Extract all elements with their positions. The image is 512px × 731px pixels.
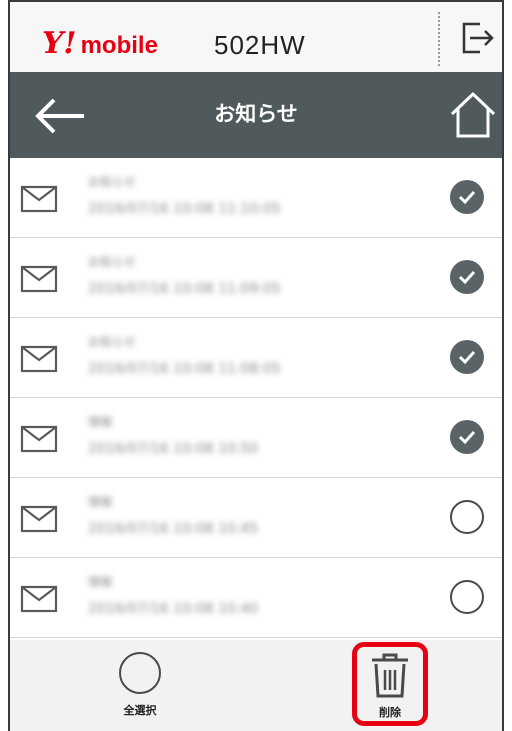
- notice-title: 情報: [88, 495, 113, 509]
- mail-icon: [20, 185, 58, 213]
- notice-title: お知らせ: [88, 175, 136, 189]
- notice-list: お知らせ 2016/07/16 10:08 11:10:05 お知らせ 2016/07…: [10, 158, 502, 638]
- notice-title: 情報: [88, 415, 113, 429]
- unchecked-circle-icon[interactable]: [450, 580, 484, 614]
- delete-label: 削除: [379, 706, 401, 719]
- notice-row[interactable]: お知らせ 2016/07/16 10:08 11:10:05: [10, 158, 502, 238]
- checked-circle-icon[interactable]: [450, 340, 484, 374]
- notice-title: お知らせ: [88, 255, 136, 269]
- ymobile-logo: Y! mobile: [42, 26, 158, 64]
- page-title: お知らせ: [214, 102, 298, 126]
- brand-bar: Y! mobile 502HW: [10, 0, 502, 72]
- notice-row[interactable]: 情報 2016/07/16 10:08 10:40: [10, 558, 502, 638]
- notice-row[interactable]: お知らせ 2016/07/16 10:08 11:08:05: [10, 318, 502, 398]
- select-all-circle-icon: [119, 652, 161, 694]
- notice-row[interactable]: お知らせ 2016/07/16 10:08 11:09:05: [10, 238, 502, 318]
- notice-title: 情報: [88, 575, 113, 589]
- notice-date: 2016/07/16 10:08 11:09:05: [88, 281, 281, 297]
- notice-row[interactable]: 情報 2016/07/16 10:08 10:45: [10, 478, 502, 558]
- delete-button[interactable]: 削除: [360, 650, 420, 722]
- checked-circle-icon[interactable]: [450, 420, 484, 454]
- trash-icon: [372, 653, 408, 698]
- home-button[interactable]: [448, 90, 498, 140]
- mail-icon: [20, 425, 58, 453]
- bottom-toolbar: 全選択 削除: [10, 640, 502, 731]
- mail-icon: [20, 585, 58, 613]
- select-all-button[interactable]: 全選択: [110, 652, 170, 724]
- app-frame: Y! mobile 502HW お知らせ お知らせ 2016/07/16 10:…: [8, 0, 504, 731]
- checked-circle-icon[interactable]: [450, 260, 484, 294]
- home-icon: [450, 92, 496, 138]
- notice-row[interactable]: 情報 2016/07/16 10:08 10:50: [10, 398, 502, 478]
- notice-date: 2016/07/16 10:08 11:08:05: [88, 361, 281, 377]
- logout-icon: [462, 22, 494, 54]
- unchecked-circle-icon[interactable]: [450, 500, 484, 534]
- mail-icon: [20, 505, 58, 533]
- select-all-label: 全選択: [123, 704, 157, 717]
- logo-mark: Y!: [42, 26, 77, 61]
- logout-button[interactable]: [456, 18, 496, 58]
- notice-date: 2016/07/16 10:08 10:50: [88, 441, 259, 457]
- mail-icon: [20, 265, 58, 293]
- divider: [438, 12, 440, 66]
- logo-word: mobile: [80, 32, 158, 59]
- device-model: 502HW: [214, 30, 306, 60]
- notice-title: お知らせ: [88, 335, 136, 349]
- mail-icon: [20, 345, 58, 373]
- notice-date: 2016/07/16 10:08 10:40: [88, 601, 259, 617]
- checked-circle-icon[interactable]: [450, 180, 484, 214]
- notice-date: 2016/07/16 10:08 10:45: [88, 521, 259, 537]
- notice-date: 2016/07/16 10:08 11:10:05: [88, 201, 281, 217]
- nav-bar: お知らせ: [10, 72, 502, 158]
